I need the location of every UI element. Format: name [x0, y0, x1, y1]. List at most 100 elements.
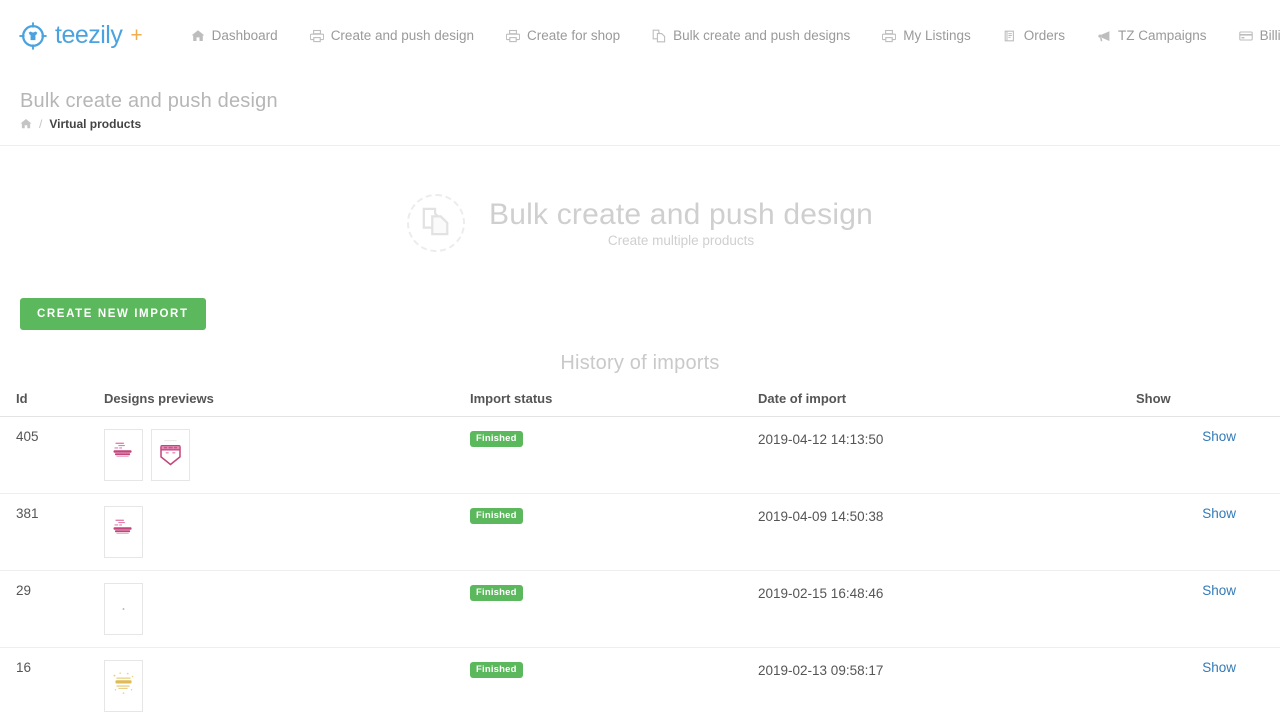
cell-date: 2019-02-13 09:58:17 [758, 648, 1136, 720]
breadcrumb: / Virtual products [20, 117, 1260, 131]
nav-label: Dashboard [212, 28, 278, 43]
credit-card-icon [1239, 29, 1253, 43]
copy-documents-icon [652, 29, 666, 43]
brand-logo[interactable]: teezily + [18, 21, 143, 51]
cell-id: 381 [0, 494, 104, 571]
date-value: 2019-02-15 16:48:46 [758, 583, 1136, 601]
printer-icon [310, 29, 324, 43]
design-preview-list [104, 429, 470, 481]
cell-show: Show [1136, 494, 1280, 571]
status-badge: Finished [470, 662, 523, 678]
history-title: History of imports [0, 352, 1280, 375]
design-tiny-dot-icon [105, 583, 142, 635]
design-thumbnail[interactable] [104, 660, 143, 712]
design-preview-list [104, 660, 470, 712]
design-pink-pocket-icon [152, 429, 189, 481]
column-header-show: Show [1136, 385, 1280, 417]
nav-item-my-listings[interactable]: My Listings [866, 22, 987, 49]
cell-previews [104, 571, 470, 648]
design-pink-script-text-icon [105, 506, 142, 558]
cell-show: Show [1136, 648, 1280, 720]
cell-status: Finished [470, 417, 758, 494]
status-badge: Finished [470, 585, 523, 601]
show-link[interactable]: Show [1202, 583, 1236, 598]
home-icon [191, 29, 205, 43]
show-link[interactable]: Show [1202, 660, 1236, 675]
create-new-import-button[interactable]: CREATE NEW IMPORT [20, 298, 206, 330]
design-gold-fiesta-icon [105, 660, 142, 712]
nav-item-bulk-create-and-push-designs[interactable]: Bulk create and push designs [636, 22, 866, 49]
status-badge: Finished [470, 431, 523, 447]
nav-item-create-for-shop[interactable]: Create for shop [490, 22, 636, 49]
nav-label: Billing [1260, 28, 1280, 43]
hero-text: Bulk create and push design Create multi… [489, 198, 873, 249]
copy-documents-icon [421, 206, 451, 241]
nav-label: TZ Campaigns [1118, 28, 1207, 43]
cell-id: 405 [0, 417, 104, 494]
date-value: 2019-04-09 14:50:38 [758, 506, 1136, 524]
imports-table: Id Designs previews Import status Date o… [0, 385, 1280, 720]
cell-status: Finished [470, 571, 758, 648]
cell-previews [104, 494, 470, 571]
hero-badge [407, 194, 465, 252]
nav-label: Bulk create and push designs [673, 28, 850, 43]
top-navbar: teezily + Dashboard Create and push [0, 0, 1280, 72]
hero-subtitle: Create multiple products [489, 233, 873, 248]
nav-item-tz-campaigns[interactable]: TZ Campaigns [1081, 22, 1223, 49]
column-header-status: Import status [470, 385, 758, 417]
nav-item-dashboard[interactable]: Dashboard [175, 22, 294, 49]
design-thumbnail[interactable] [104, 583, 143, 635]
page-header: Bulk create and push design / Virtual pr… [0, 72, 1280, 146]
design-thumbnail[interactable] [104, 429, 143, 481]
page-title: Bulk create and push design [20, 90, 1260, 113]
nav-item-billing[interactable]: Billing [1223, 22, 1280, 49]
cell-id: 16 [0, 648, 104, 720]
breadcrumb-current: Virtual products [49, 117, 141, 131]
imports-table-body: 405 [0, 417, 1280, 720]
show-link[interactable]: Show [1202, 506, 1236, 521]
nav-item-create-and-push-design[interactable]: Create and push design [294, 22, 490, 49]
status-badge: Finished [470, 508, 523, 524]
hero-section: Bulk create and push design Create multi… [0, 146, 1280, 262]
printer-icon [506, 29, 520, 43]
nav-label: Orders [1024, 28, 1065, 43]
nav-label: Create and push design [331, 28, 474, 43]
nav-item-orders[interactable]: Orders [987, 22, 1081, 49]
nav-label: Create for shop [527, 28, 620, 43]
breadcrumb-separator: / [39, 117, 42, 131]
table-row[interactable]: 381 [0, 494, 1280, 571]
design-preview-list [104, 583, 470, 635]
imports-table-head: Id Designs previews Import status Date o… [0, 385, 1280, 417]
table-row[interactable]: 405 [0, 417, 1280, 494]
table-header-row: Id Designs previews Import status Date o… [0, 385, 1280, 417]
nav-label: My Listings [903, 28, 971, 43]
cell-status: Finished [470, 648, 758, 720]
brand-name: teezily [55, 23, 122, 48]
cell-previews [104, 648, 470, 720]
design-thumbnail[interactable] [104, 506, 143, 558]
cell-show: Show [1136, 571, 1280, 648]
cell-id: 29 [0, 571, 104, 648]
table-row[interactable]: 16 [0, 648, 1280, 720]
teezily-target-shirt-logo-icon [18, 21, 48, 51]
cell-show: Show [1136, 417, 1280, 494]
design-preview-list [104, 506, 470, 558]
show-link[interactable]: Show [1202, 429, 1236, 444]
printer-icon [882, 29, 896, 43]
cell-date: 2019-02-15 16:48:46 [758, 571, 1136, 648]
table-row[interactable]: 29 Finished 2019-02-15 [0, 571, 1280, 648]
app-root: teezily + Dashboard Create and push [0, 0, 1280, 720]
cell-date: 2019-04-12 14:13:50 [758, 417, 1136, 494]
brand-plus: + [130, 25, 142, 46]
home-icon[interactable] [20, 118, 32, 130]
actions-row: CREATE NEW IMPORT [0, 262, 1280, 330]
design-thumbnail[interactable] [151, 429, 190, 481]
column-header-date: Date of import [758, 385, 1136, 417]
orders-stack-icon [1003, 29, 1017, 43]
date-value: 2019-04-12 14:13:50 [758, 429, 1136, 447]
column-header-previews: Designs previews [104, 385, 470, 417]
date-value: 2019-02-13 09:58:17 [758, 660, 1136, 678]
hero-title: Bulk create and push design [489, 198, 873, 232]
design-pink-script-text-icon [105, 429, 142, 481]
cell-previews [104, 417, 470, 494]
